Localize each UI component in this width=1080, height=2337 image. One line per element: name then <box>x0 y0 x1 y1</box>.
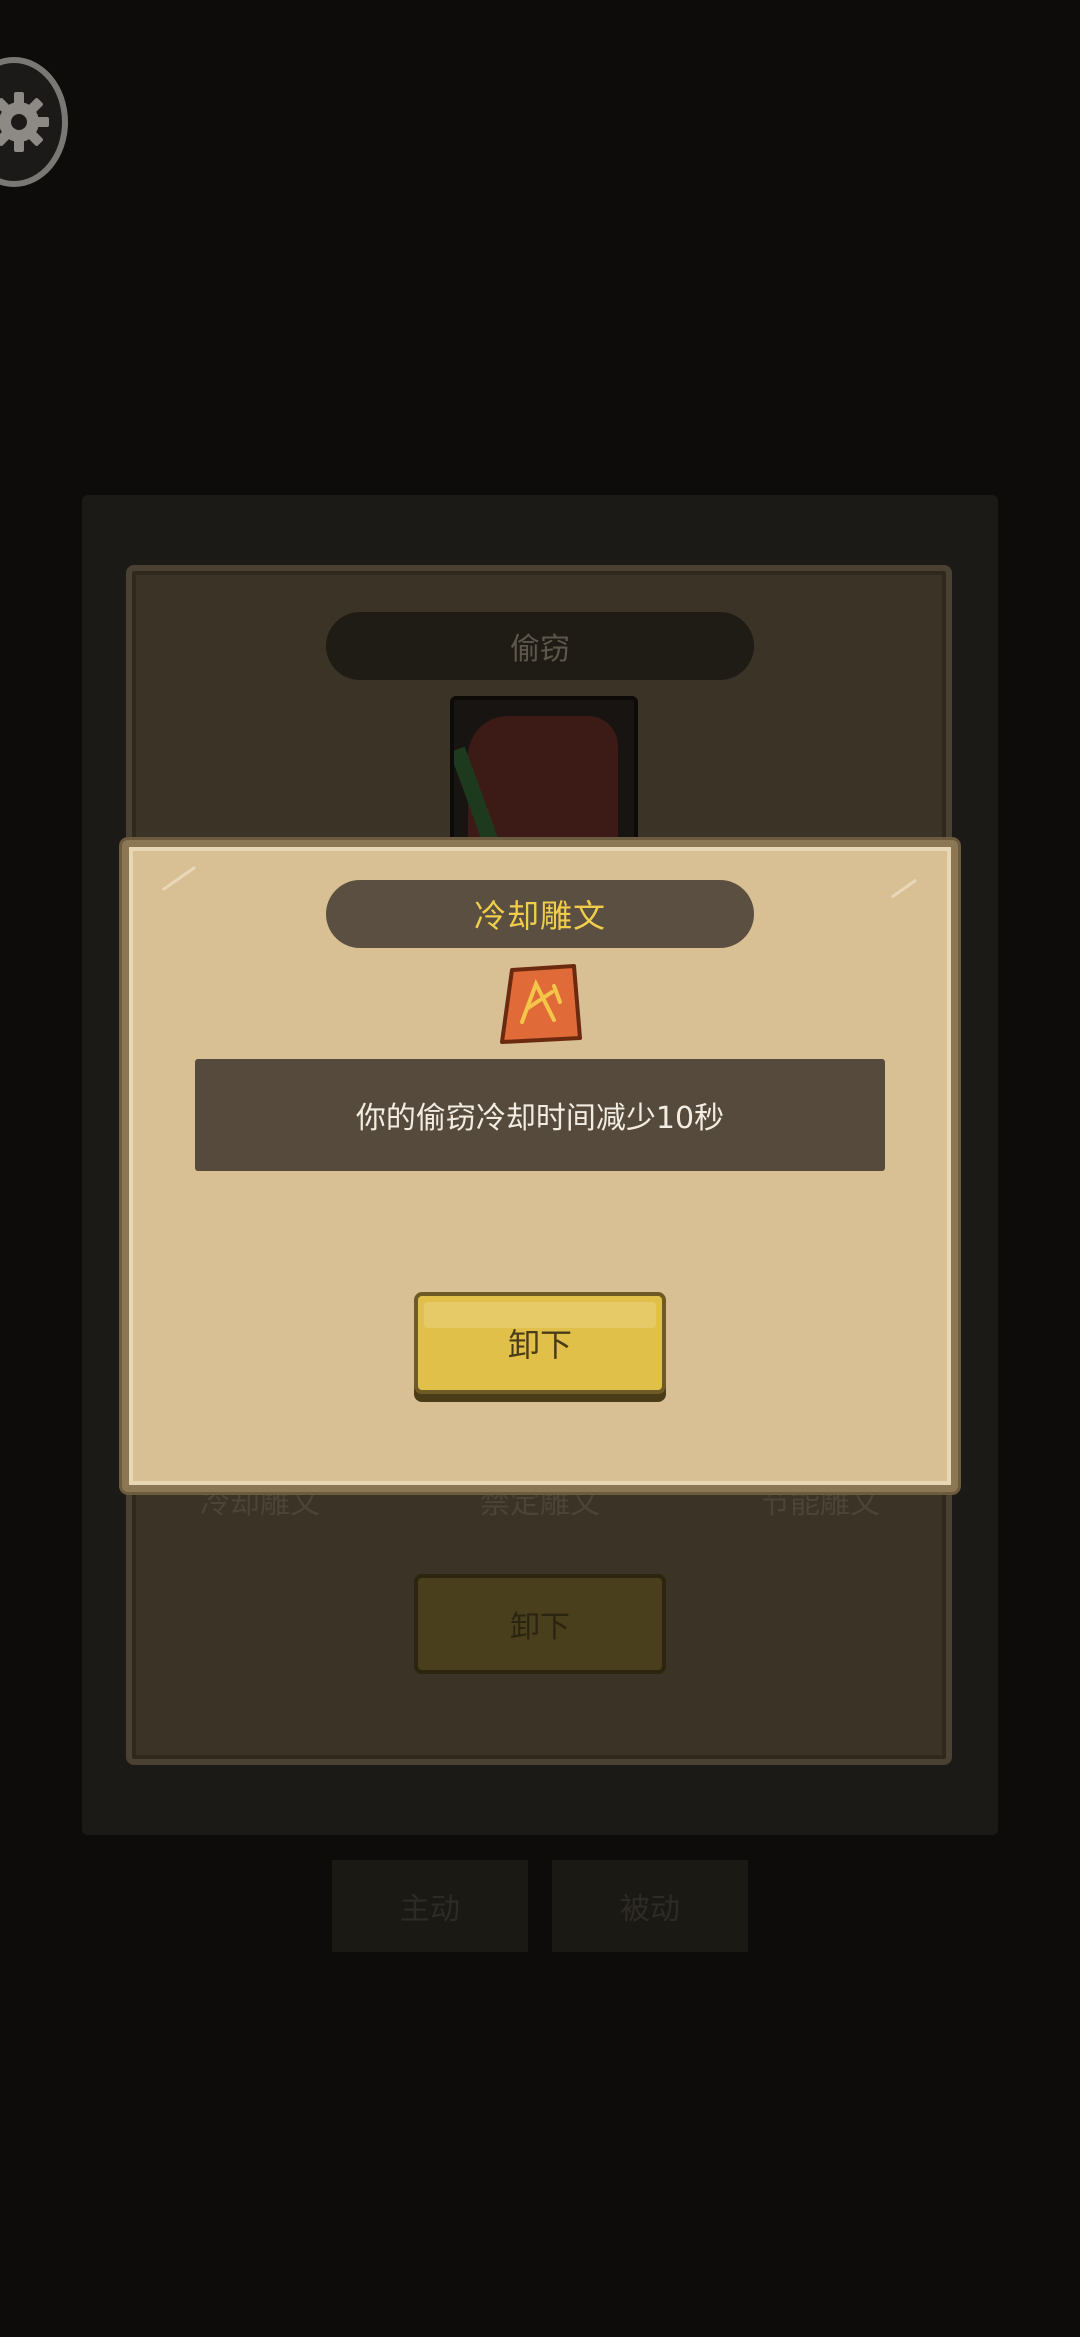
rune-stone-icon <box>500 964 582 1044</box>
unload-button-label: 卸下 <box>507 1326 572 1364</box>
skill-title: 偷窃 <box>326 612 754 680</box>
unload-button[interactable]: 卸下 <box>414 1292 666 1394</box>
skill-card-image <box>450 696 638 854</box>
decor-scratch <box>161 865 197 892</box>
tab-active-skill[interactable]: 主动 <box>332 1860 528 1952</box>
modal-title: 冷却雕文 <box>326 880 754 948</box>
rune-description: 你的偷窃冷却时间减少10秒 <box>195 1059 885 1171</box>
background-unload-button: 卸下 <box>414 1574 666 1674</box>
settings-button[interactable] <box>0 52 70 192</box>
game-screen: 偷窃 冷却雕文 禁定雕文 节能雕文 卸下 主动 被动 冷却雕文 你的偷窃冷却时间… <box>0 0 1080 2337</box>
decor-scratch <box>890 878 918 899</box>
tab-passive-skill[interactable]: 被动 <box>552 1860 748 1952</box>
gear-icon <box>0 92 49 152</box>
